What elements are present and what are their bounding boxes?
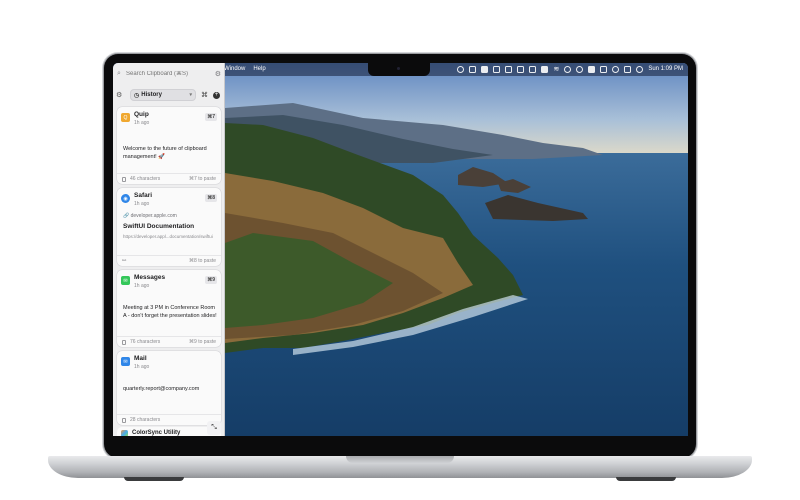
clipboard-card-quip[interactable]: Q Quip 1h ago ⌘7 Welcome to the future o… [117, 107, 221, 184]
expand-icon[interactable]: ⤡ [207, 421, 221, 435]
battery-icon[interactable] [541, 65, 549, 73]
laptop-foot-right [616, 477, 676, 481]
document-icon [122, 339, 126, 345]
status-icon-1[interactable] [457, 65, 465, 73]
card-time: 1h ago [134, 201, 150, 207]
card-content: Meeting at 3 PM in Conference Room A - d… [123, 305, 217, 319]
card-time: 1h ago [134, 283, 150, 289]
card-footer: 28 characters [117, 414, 221, 425]
plus-icon[interactable]: + [213, 91, 220, 99]
mail-app-icon: ✉ [121, 357, 130, 366]
status-icon-2[interactable] [469, 65, 477, 73]
panel-toolbar: ⚙ ◷ History ▾ ⌘ + [116, 88, 222, 102]
card-header: ✉ Messages 1h ago [121, 274, 165, 289]
messages-app-icon: ✉ [121, 276, 130, 285]
card-paste-hint: ⌘7 to paste [189, 176, 216, 182]
card-header: ✉ Mail 1h ago [121, 355, 149, 370]
card-link-preview: 🔗 developer.apple.com SwiftUI Documentat… [123, 212, 217, 241]
search-input[interactable] [126, 71, 204, 77]
card-char-count: 76 characters [130, 339, 161, 345]
card-header: ◉ Safari 1h ago [121, 192, 152, 207]
status-icon-7[interactable] [529, 65, 537, 73]
status-icon-3[interactable] [481, 65, 489, 73]
status-icon-11[interactable] [624, 65, 632, 73]
card-header: Q Quip 1h ago [121, 111, 149, 126]
laptop-foot-left [124, 477, 184, 481]
clipboard-panel: ⌕ ⚙ ⚙ ◷ History ▾ ⌘ + Q Quip 1h ago ⌘7 [113, 63, 225, 436]
safari-app-icon: ◉ [121, 194, 130, 203]
wifi-icon[interactable]: ≋ [553, 65, 559, 73]
card-time: 1h ago [134, 364, 150, 370]
menu-help[interactable]: Help [253, 66, 265, 72]
card-char-count: 46 characters [130, 176, 161, 182]
link-icon: ⚯ [122, 258, 127, 264]
menubar-clock[interactable]: Sun 1:09 PM [648, 66, 683, 72]
clipboard-card-mail[interactable]: ✉ Mail 1h ago quarterly.report@company.c… [117, 351, 221, 425]
clock-icon: ◷ [134, 92, 140, 99]
card-app-name: Quip [134, 111, 149, 118]
document-icon [122, 176, 126, 182]
status-icon-4[interactable] [493, 65, 501, 73]
card-char-count: 28 characters [130, 417, 161, 423]
card-app-name: Messages [134, 274, 166, 281]
history-filter-dropdown[interactable]: ◷ History ▾ [130, 89, 196, 101]
siri-icon[interactable] [636, 65, 644, 73]
link-title: SwiftUI Documentation [123, 223, 195, 230]
card-app-name: Mail [134, 355, 147, 362]
status-icon-8[interactable] [588, 65, 596, 73]
screen: Window Help ≋ Sun 1:09 PM ⌕ Search Clipb… [113, 63, 688, 436]
card-time: 1h ago [134, 120, 150, 126]
base-notch [346, 456, 454, 463]
link-domain-text: developer.apple.com [130, 213, 177, 219]
menu-items: Window Help [224, 66, 266, 72]
filter-label: History [141, 92, 162, 98]
document-icon [122, 417, 126, 423]
card-footer: ⚯ ⌘8 to paste [117, 255, 221, 266]
clock-status-icon[interactable] [576, 65, 584, 73]
command-icon[interactable]: ⌘ [201, 91, 208, 99]
chevron-down-icon: ▾ [189, 92, 192, 98]
card-paste-hint: ⌘9 to paste [189, 339, 216, 345]
search-status-icon[interactable] [564, 65, 572, 73]
status-area: ≋ Sun 1:09 PM [457, 65, 683, 73]
status-icon-5[interactable] [505, 65, 513, 73]
bottom-bezel [113, 436, 688, 452]
card-footer: 76 characters ⌘9 to paste [117, 336, 221, 347]
camera-notch [368, 63, 430, 76]
card-shortcut-badge: ⌘9 [205, 276, 217, 284]
link-url: https://developer.appl...documentation/s… [123, 234, 213, 239]
card-shortcut-badge: ⌘7 [205, 113, 217, 121]
status-icon-6[interactable] [517, 65, 525, 73]
status-icon-9[interactable] [600, 65, 608, 73]
clipboard-card-messages[interactable]: ✉ Messages 1h ago ⌘9 Meeting at 3 PM in … [117, 270, 221, 347]
quip-app-icon: Q [121, 113, 130, 122]
card-shortcut-badge: ⌘8 [205, 194, 217, 202]
card-content: quarterly.report@company.com [123, 386, 200, 392]
card-app-name: Safari [134, 192, 153, 199]
card-paste-hint: ⌘8 to paste [189, 258, 216, 264]
link-icon: 🔗 [123, 213, 130, 219]
menu-window[interactable]: Window [224, 66, 245, 72]
settings-gear-icon[interactable]: ⚙ [116, 91, 126, 99]
link-domain: 🔗 developer.apple.com [123, 212, 217, 220]
clipboard-card-colorsync[interactable]: ColorSync Utility [117, 427, 221, 436]
search-icon: ⌕ [117, 70, 121, 77]
gear-icon[interactable]: ⚙ [215, 70, 221, 78]
status-icon-10[interactable] [612, 65, 620, 73]
card-content: Welcome to the future of clipboard manag… [123, 146, 207, 160]
search-bar: ⌕ ⚙ [117, 67, 221, 81]
clipboard-card-safari[interactable]: ◉ Safari 1h ago ⌘8 🔗 developer.apple.com… [117, 188, 221, 266]
card-footer: 46 characters ⌘7 to paste [117, 173, 221, 184]
